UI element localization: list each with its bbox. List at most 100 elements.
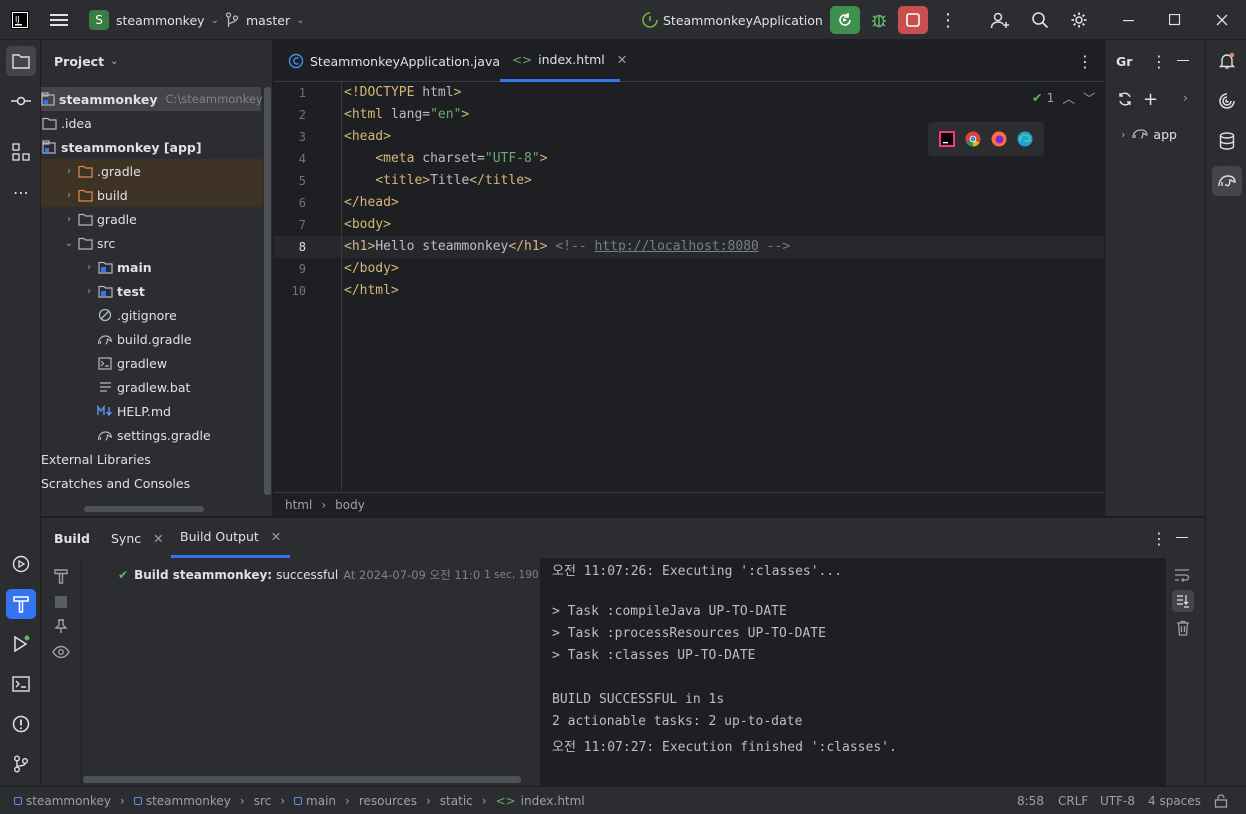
- breadcrumb-item[interactable]: body: [335, 498, 365, 512]
- code-line[interactable]: <html lang="en">: [344, 104, 469, 126]
- tree-item[interactable]: .gitignore: [41, 303, 263, 327]
- build-hammer-icon[interactable]: [53, 568, 69, 584]
- caret-position[interactable]: 8:58: [1017, 787, 1044, 814]
- run-configuration-selector[interactable]: SteammonkeyApplication ⌄: [640, 0, 837, 40]
- close-window-button[interactable]: [1216, 0, 1228, 40]
- build-options-icon[interactable]: ⋮: [1151, 518, 1167, 558]
- more-actions-icon[interactable]: ⋮: [939, 0, 957, 40]
- database-icon[interactable]: [1212, 126, 1242, 156]
- terminal-icon[interactable]: [6, 669, 36, 699]
- eye-icon[interactable]: [52, 645, 70, 659]
- ai-assistant-icon[interactable]: [1212, 86, 1242, 116]
- breadcrumb-item[interactable]: html: [285, 498, 312, 512]
- tree-item[interactable]: › .gradle: [41, 159, 263, 183]
- notifications-bell-icon[interactable]: [1212, 46, 1242, 76]
- settings-gear-icon[interactable]: [1070, 0, 1088, 40]
- rerun-button[interactable]: [830, 6, 860, 34]
- git-icon[interactable]: [6, 749, 36, 779]
- code-line[interactable]: <h1>Hello steammonkey</h1> <!-- http://l…: [344, 236, 790, 258]
- intellij-browser-icon[interactable]: [939, 131, 955, 147]
- soft-wrap-icon[interactable]: [1174, 568, 1190, 582]
- project-panel-header[interactable]: Project ⌄: [54, 40, 118, 82]
- path-item[interactable]: static: [440, 794, 473, 808]
- structure-icon[interactable]: [6, 137, 36, 167]
- path-item[interactable]: steammonkey: [26, 794, 111, 808]
- vcs-branch-switcher[interactable]: master ⌄: [225, 0, 304, 40]
- tree-vertical-scrollbar[interactable]: [264, 87, 271, 495]
- close-tab-icon[interactable]: ✕: [617, 52, 627, 67]
- tree-item[interactable]: steammonkey C:\steammonkey: [41, 87, 263, 111]
- tree-horizontal-scrollbar[interactable]: [84, 506, 204, 512]
- add-icon[interactable]: +: [1143, 89, 1158, 110]
- tab-steammonkey-application-java[interactable]: SteammonkeyApplication.java: [288, 40, 500, 82]
- pin-icon[interactable]: [53, 618, 69, 634]
- code-line[interactable]: <meta charset="UTF-8">: [344, 148, 547, 170]
- tree-item[interactable]: › gradle: [41, 207, 263, 231]
- build-hammer-icon[interactable]: [6, 589, 36, 619]
- tree-item[interactable]: steammonkey [app]: [41, 135, 263, 159]
- lock-icon[interactable]: [1214, 787, 1228, 814]
- chevron-right-icon[interactable]: ›: [81, 262, 97, 273]
- code-line[interactable]: <title>Title</title>: [344, 170, 532, 192]
- tree-item[interactable]: gradlew.bat: [41, 375, 263, 399]
- tab-index-html[interactable]: <> index.html ✕: [500, 40, 627, 82]
- app-logo-icon[interactable]: IJ: [11, 0, 29, 40]
- stop-button[interactable]: [898, 6, 928, 34]
- more-tool-windows-icon[interactable]: ⋯: [6, 177, 36, 207]
- minimize-window-button[interactable]: [1123, 0, 1135, 40]
- hide-panel-icon[interactable]: [1176, 537, 1188, 539]
- code-line[interactable]: </body>: [344, 258, 399, 280]
- code-line[interactable]: <head>: [344, 126, 391, 148]
- tab-actions-more-icon[interactable]: ⋮: [1077, 40, 1093, 82]
- tab-build-output[interactable]: Build Output ✕: [171, 518, 291, 558]
- clear-trash-icon[interactable]: [1176, 620, 1190, 636]
- edge-icon[interactable]: [1017, 131, 1033, 147]
- tree-item[interactable]: External Libraries: [41, 447, 263, 471]
- tree-item[interactable]: gradlew: [41, 351, 263, 375]
- path-item[interactable]: resources: [359, 794, 417, 808]
- code-line[interactable]: <body>: [344, 214, 391, 236]
- commit-icon[interactable]: [6, 86, 36, 116]
- build-result-row[interactable]: ✔ Build steammonkey: successful At 2024-…: [118, 566, 558, 584]
- gradle-tool-elephant-icon[interactable]: [1212, 166, 1242, 196]
- tree-item[interactable]: › main: [41, 255, 263, 279]
- main-menu-icon[interactable]: [50, 0, 68, 40]
- chevron-right-icon[interactable]: ›: [81, 286, 97, 297]
- code-line[interactable]: <!DOCTYPE html>: [344, 82, 461, 104]
- code-line[interactable]: </head>: [344, 192, 399, 214]
- line-separator[interactable]: CRLF: [1058, 787, 1088, 814]
- scroll-to-end-icon[interactable]: [1172, 590, 1194, 612]
- chrome-icon[interactable]: [965, 131, 981, 147]
- tree-item[interactable]: ⌄ src: [41, 231, 263, 255]
- gradle-tree-item-app[interactable]: › app: [1121, 124, 1177, 144]
- tab-sync[interactable]: Sync ✕: [111, 518, 164, 558]
- run-icon[interactable]: [6, 629, 36, 659]
- tree-item[interactable]: settings.gradle: [41, 423, 263, 447]
- gradle-options-icon[interactable]: ⋮: [1151, 40, 1167, 82]
- code-line[interactable]: </html>: [344, 280, 399, 302]
- build-output-console[interactable]: 오전 11:07:26: Executing ':classes'... > Ta…: [540, 558, 1166, 787]
- hide-panel-icon[interactable]: [1177, 60, 1189, 62]
- reload-icon[interactable]: [1117, 91, 1133, 107]
- tree-item[interactable]: › test: [41, 279, 263, 303]
- path-item[interactable]: steammonkey: [146, 794, 231, 808]
- chevron-up-icon[interactable]: ︿: [1062, 88, 1075, 107]
- tree-item[interactable]: HELP.md: [41, 399, 263, 423]
- project-tool-folder-icon[interactable]: [6, 46, 36, 76]
- debug-button[interactable]: [864, 6, 894, 34]
- services-icon[interactable]: [6, 549, 36, 579]
- path-item[interactable]: src: [254, 794, 272, 808]
- tab-build[interactable]: Build: [54, 518, 90, 558]
- chevron-down-icon[interactable]: ﹀: [1083, 88, 1096, 107]
- close-tab-icon[interactable]: ✕: [153, 531, 163, 546]
- chevron-right-icon[interactable]: ›: [61, 190, 77, 201]
- stop-build-icon[interactable]: [55, 596, 67, 608]
- inspection-widget[interactable]: ✔ 1 ︿ ﹀: [1032, 87, 1095, 107]
- firefox-icon[interactable]: [991, 131, 1007, 147]
- chevron-right-icon[interactable]: ›: [61, 166, 77, 177]
- close-tab-icon[interactable]: ✕: [271, 529, 281, 544]
- maximize-window-button[interactable]: [1169, 0, 1181, 40]
- path-item[interactable]: main: [306, 794, 336, 808]
- tree-item[interactable]: build.gradle: [41, 327, 263, 351]
- chevron-right-icon[interactable]: ›: [1183, 90, 1188, 105]
